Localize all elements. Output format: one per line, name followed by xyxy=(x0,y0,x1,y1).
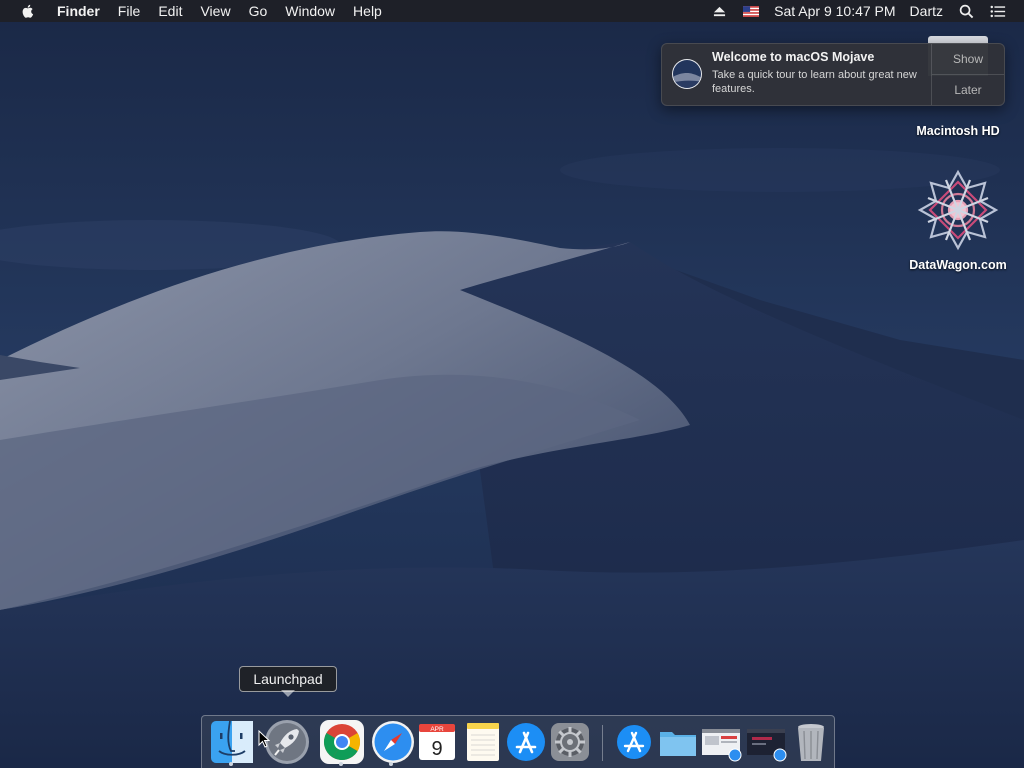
notification-center-icon[interactable] xyxy=(990,3,1006,19)
dock-separator xyxy=(602,725,603,761)
app-store-icon xyxy=(507,723,545,761)
welcome-notification[interactable]: Welcome to macOS Mojave Take a quick tou… xyxy=(661,43,1005,106)
notification-title: Welcome to macOS Mojave xyxy=(712,50,875,64)
dock: APR 9 xyxy=(201,715,835,768)
dock-app-store-folder[interactable] xyxy=(611,719,657,765)
finder-icon xyxy=(211,720,253,763)
window-thumbnail-icon xyxy=(747,729,787,762)
notes-icon xyxy=(467,723,499,761)
eject-icon[interactable] xyxy=(711,3,727,19)
dock-downloads-folder[interactable] xyxy=(655,719,701,765)
dock-calendar[interactable]: APR 9 xyxy=(414,719,460,765)
finder-running-indicator xyxy=(229,762,233,766)
dock-recent-window[interactable] xyxy=(744,719,790,765)
chrome-running-indicator xyxy=(339,762,343,766)
mojave-notification-icon xyxy=(671,58,703,90)
screenshot-document-icon xyxy=(702,729,742,762)
dock-app-store[interactable] xyxy=(503,719,549,765)
dock-system-preferences[interactable] xyxy=(547,719,593,765)
datawagon-desktop-icon[interactable]: DataWagon.com xyxy=(898,168,1018,272)
dock-safari[interactable] xyxy=(370,719,416,765)
apple-logo-icon[interactable] xyxy=(20,3,36,19)
datawagon-logo-icon xyxy=(915,168,1001,252)
launchpad-tooltip: Launchpad xyxy=(239,666,337,692)
menu-file[interactable]: File xyxy=(109,0,150,22)
calendar-icon: APR 9 xyxy=(419,724,455,760)
dock-trash[interactable] xyxy=(788,719,834,765)
later-button[interactable]: Later xyxy=(932,74,1004,105)
menu-go[interactable]: Go xyxy=(240,0,277,22)
folder-icon xyxy=(660,732,696,756)
mojave-wallpaper xyxy=(0,0,1024,768)
spotlight-search-icon[interactable] xyxy=(958,3,974,19)
app-store-icon xyxy=(617,725,651,759)
calendar-month: APR xyxy=(430,726,444,733)
dock-document-stack[interactable] xyxy=(699,719,745,765)
desktop[interactable]: Finder File Edit View Go Window Help Sat… xyxy=(0,0,1024,768)
safari-running-indicator xyxy=(389,762,393,766)
trash-icon xyxy=(798,724,824,761)
us-flag-input-icon[interactable] xyxy=(743,3,760,19)
dock-launchpad[interactable] xyxy=(264,719,310,765)
dock-notes[interactable] xyxy=(460,719,506,765)
menu-edit[interactable]: Edit xyxy=(149,0,191,22)
macintosh-hd-label: Macintosh HD xyxy=(916,124,1000,138)
gear-icon xyxy=(551,723,589,761)
notification-body: Take a quick tour to learn about great n… xyxy=(712,69,917,95)
mouse-cursor-icon xyxy=(258,730,270,748)
calendar-day: 9 xyxy=(431,738,442,760)
tooltip-arrow xyxy=(281,690,295,697)
chrome-icon xyxy=(320,720,364,764)
menu-window[interactable]: Window xyxy=(276,0,344,22)
dock-finder[interactable] xyxy=(209,719,255,765)
launchpad-rocket-icon xyxy=(265,720,309,764)
show-button[interactable]: Show xyxy=(932,44,1004,74)
dock-chrome[interactable] xyxy=(319,719,365,765)
menu-bar: Finder File Edit View Go Window Help Sat… xyxy=(0,0,1024,22)
menu-finder[interactable]: Finder xyxy=(49,0,109,22)
notification-actions: Show Later xyxy=(931,44,1004,105)
clock[interactable]: Sat Apr 9 10:47 PM xyxy=(767,0,902,22)
user-name[interactable]: Dartz xyxy=(903,0,950,22)
menu-help[interactable]: Help xyxy=(344,0,391,22)
menu-view[interactable]: View xyxy=(191,0,239,22)
safari-compass-icon xyxy=(372,721,414,763)
datawagon-label: DataWagon.com xyxy=(909,258,1007,272)
